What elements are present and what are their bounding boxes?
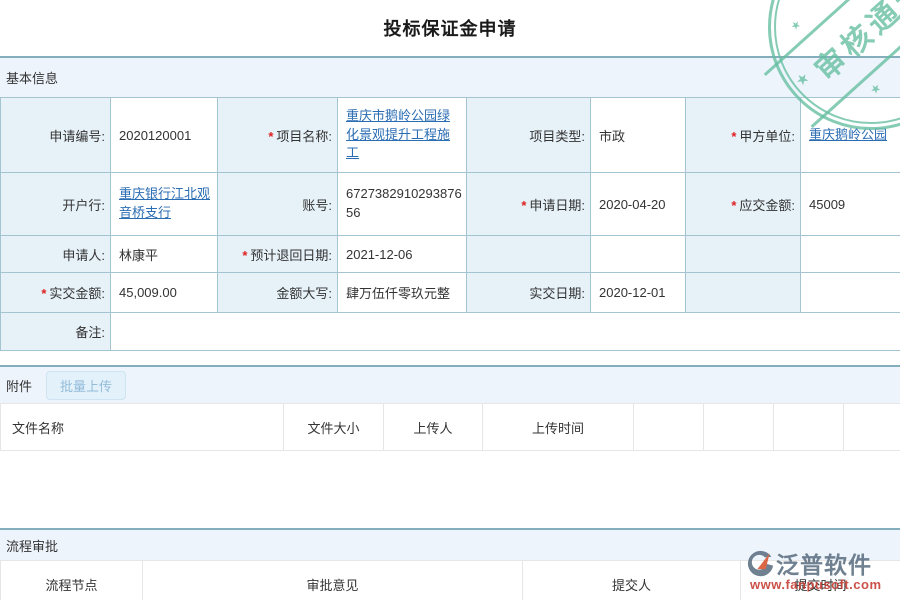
col-header-file-name: 文件名称 bbox=[1, 404, 284, 451]
paid-amount-label: *实交金额: bbox=[1, 273, 111, 313]
empty-value-cell bbox=[801, 236, 900, 273]
fanpu-logo-icon bbox=[746, 549, 774, 577]
payable-amount-label: *应交金额: bbox=[686, 173, 801, 236]
spacer bbox=[0, 351, 900, 365]
applicant-label: 申请人: bbox=[1, 236, 111, 273]
empty-value-cell bbox=[801, 273, 900, 313]
required-mark: * bbox=[41, 286, 46, 301]
empty-header-cell bbox=[634, 404, 704, 451]
payable-amount-value: 45009 bbox=[801, 173, 900, 236]
required-mark: * bbox=[731, 129, 736, 144]
apply-no-label: 申请编号: bbox=[1, 98, 111, 173]
page-title: 投标保证金申请 bbox=[384, 15, 517, 41]
basic-info-table: 申请编号: 2020120001 *项目名称: 重庆市鹅岭公园绿化景观提升工程施… bbox=[0, 97, 900, 351]
table-row: 备注: bbox=[1, 313, 900, 351]
col-header-flow-node: 流程节点 bbox=[1, 561, 143, 600]
section-header-basic-info: 基本信息 bbox=[0, 58, 900, 97]
apply-date-label: *申请日期: bbox=[467, 173, 591, 236]
table-row: *实交金额: 45,009.00 金额大写: 肆万伍仟零玖元整 实交日期: 20… bbox=[1, 273, 900, 313]
required-mark: * bbox=[731, 198, 736, 213]
account-value: 672738291029387656 bbox=[338, 173, 467, 236]
spacer bbox=[0, 451, 900, 528]
empty-label-cell bbox=[686, 273, 801, 313]
col-header-approval-opinion: 审批意见 bbox=[143, 561, 523, 600]
bank-link[interactable]: 重庆银行江北观音桥支行 bbox=[119, 186, 210, 220]
project-name-value: 重庆市鹅岭公园绿化景观提升工程施工 bbox=[338, 98, 467, 173]
watermark-brand-text: 泛普软件 bbox=[776, 546, 872, 580]
party-a-label: *甲方单位: bbox=[686, 98, 801, 173]
bank-value: 重庆银行江北观音桥支行 bbox=[111, 173, 218, 236]
project-type-value: 市政 bbox=[591, 98, 686, 173]
attachments-table: 文件名称 文件大小 上传人 上传时间 bbox=[0, 403, 900, 451]
bank-label: 开户行: bbox=[1, 173, 111, 236]
empty-label-cell bbox=[467, 236, 591, 273]
section-title-approval: 流程审批 bbox=[6, 536, 58, 555]
attachments-header-row: 文件名称 文件大小 上传人 上传时间 bbox=[1, 404, 900, 451]
required-mark: * bbox=[268, 129, 273, 144]
account-label: 账号: bbox=[218, 173, 338, 236]
paid-date-value: 2020-12-01 bbox=[591, 273, 686, 313]
col-header-file-size: 文件大小 bbox=[284, 404, 384, 451]
required-mark: * bbox=[242, 248, 247, 263]
party-a-value: 重庆鹅岭公园 bbox=[801, 98, 900, 173]
empty-value-cell bbox=[591, 236, 686, 273]
required-mark: * bbox=[521, 198, 526, 213]
apply-date-value: 2020-04-20 bbox=[591, 173, 686, 236]
table-row: 开户行: 重庆银行江北观音桥支行 账号: 672738291029387656 … bbox=[1, 173, 900, 236]
fanpu-watermark: 泛普软件 www.fanpusoft.com bbox=[746, 546, 896, 592]
empty-header-cell bbox=[704, 404, 774, 451]
watermark-brand-row: 泛普软件 bbox=[746, 546, 896, 580]
apply-no-value: 2020120001 bbox=[111, 98, 218, 173]
table-row: 申请编号: 2020120001 *项目名称: 重庆市鹅岭公园绿化景观提升工程施… bbox=[1, 98, 900, 173]
section-header-attachments: 附件 批量上传 bbox=[0, 367, 900, 403]
project-type-label: 项目类型: bbox=[467, 98, 591, 173]
return-date-label: *预计退回日期: bbox=[218, 236, 338, 273]
table-row: 申请人: 林康平 *预计退回日期: 2021-12-06 bbox=[1, 236, 900, 273]
section-title-attachments: 附件 bbox=[6, 376, 32, 395]
section-title-basic-info: 基本信息 bbox=[6, 68, 58, 87]
batch-upload-button[interactable]: 批量上传 bbox=[46, 371, 126, 400]
amount-words-label: 金额大写: bbox=[218, 273, 338, 313]
col-header-uploader: 上传人 bbox=[384, 404, 483, 451]
empty-label-cell bbox=[686, 236, 801, 273]
return-date-value: 2021-12-06 bbox=[338, 236, 467, 273]
remark-value bbox=[111, 313, 900, 351]
applicant-value: 林康平 bbox=[111, 236, 218, 273]
bid-bond-application-page: 投标保证金申请 基本信息 申请编号: 2020120001 *项目名称: 重庆市… bbox=[0, 0, 900, 600]
watermark-url-text: www.fanpusoft.com bbox=[746, 577, 896, 592]
empty-header-cell bbox=[844, 404, 900, 451]
project-name-link[interactable]: 重庆市鹅岭公园绿化景观提升工程施工 bbox=[346, 108, 450, 161]
amount-words-value: 肆万伍仟零玖元整 bbox=[338, 273, 467, 313]
remark-label: 备注: bbox=[1, 313, 111, 351]
project-name-label: *项目名称: bbox=[218, 98, 338, 173]
party-a-link[interactable]: 重庆鹅岭公园 bbox=[809, 127, 887, 142]
paid-amount-value: 45,009.00 bbox=[111, 273, 218, 313]
paid-date-label: 实交日期: bbox=[467, 273, 591, 313]
empty-header-cell bbox=[774, 404, 844, 451]
col-header-upload-time: 上传时间 bbox=[483, 404, 634, 451]
col-header-submitter: 提交人 bbox=[523, 561, 741, 600]
page-header: 投标保证金申请 bbox=[0, 0, 900, 56]
